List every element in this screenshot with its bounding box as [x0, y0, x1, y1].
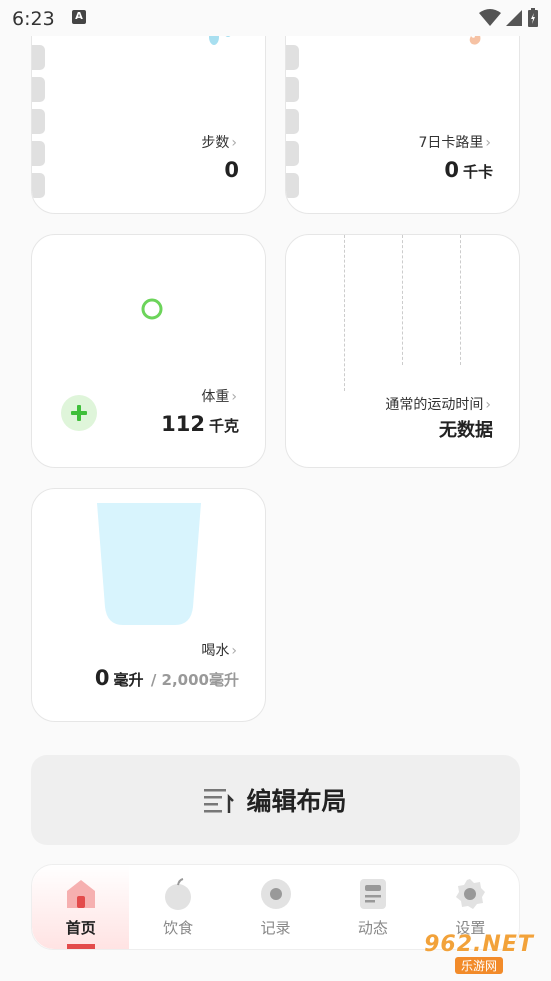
notification-icon: A: [72, 10, 86, 24]
edit-layout-button[interactable]: 编辑布局: [31, 755, 520, 845]
watermark-logo: 962.NET 乐游网: [410, 930, 548, 976]
nav-label: 记录: [260, 919, 291, 937]
home-icon: [66, 880, 95, 908]
nav-item-record[interactable]: 记录: [227, 865, 324, 949]
exercise-card[interactable]: 通常的运动时间 › 无数据: [285, 234, 520, 468]
gear-icon: [456, 879, 486, 909]
weight-card[interactable]: 体重 › 112 千克: [31, 234, 266, 468]
status-bar: 6:23 A: [0, 0, 551, 36]
nav-label: 饮食: [163, 919, 194, 937]
exercise-value: 无数据: [439, 420, 493, 441]
status-icons: [479, 8, 539, 28]
exercise-title: 通常的运动时间 ›: [385, 397, 491, 413]
nav-item-diet[interactable]: 饮食: [129, 865, 226, 949]
nav-item-home[interactable]: 首页: [32, 865, 130, 949]
nav-label: 动态: [357, 919, 388, 937]
watermark-text: 962.NET: [424, 932, 534, 957]
water-cup-icon: [97, 503, 201, 625]
add-weight-button[interactable]: [61, 395, 97, 431]
nav-label: 首页: [65, 919, 96, 937]
signal-icon: [506, 10, 522, 26]
edit-layout-icon: [204, 789, 235, 813]
plus-icon: [71, 405, 87, 421]
water-goal: / 2,000毫升: [150, 671, 239, 689]
nav-item-activity[interactable]: 动态: [324, 865, 421, 949]
steps-value: 0: [224, 158, 239, 182]
battery-icon: [528, 8, 538, 27]
weight-value: 112 千克: [161, 412, 239, 436]
water-card[interactable]: 喝水 › 0 毫升 / 2,000毫升: [31, 488, 266, 722]
record-icon: [260, 879, 291, 909]
apple-icon: [165, 878, 192, 910]
steps-title: 步数 ›: [201, 135, 237, 151]
exercise-chart-gridline: [344, 235, 345, 391]
weight-title: 体重 ›: [201, 389, 237, 405]
status-time: 6:23: [12, 8, 55, 30]
exercise-chart-gridline: [402, 235, 403, 365]
wifi-icon: [479, 9, 501, 26]
water-value: 0 毫升 / 2,000毫升: [94, 666, 239, 690]
weight-goal-ring: [141, 298, 163, 320]
calories-value: 0 千卡: [444, 158, 493, 182]
calories-title: 7日卡路里 ›: [418, 135, 491, 151]
document-icon: [359, 879, 386, 909]
edit-layout-label: 编辑布局: [246, 787, 347, 816]
exercise-chart-gridline: [460, 235, 461, 365]
watermark-subtext: 乐游网: [454, 957, 503, 974]
water-title: 喝水 ›: [201, 643, 237, 659]
nav-active-indicator: [66, 944, 95, 949]
